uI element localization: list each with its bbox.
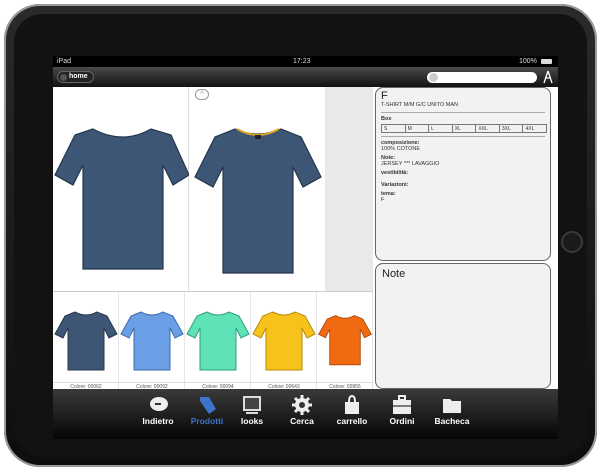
cloud-upload-icon[interactable]: ^ [195,89,209,100]
box-label: Box [381,116,392,122]
tab-ordini[interactable]: Ordini [375,389,429,439]
size-cell[interactable]: 3XL [500,125,524,132]
composizione-value: 100% COTONE [381,146,421,152]
size-cell[interactable]: S [382,125,406,132]
monitor-icon [243,396,261,414]
notes-title: Note [382,268,406,280]
color-variant[interactable]: Colore: 00955 [317,292,373,390]
tema-value: F [381,197,385,203]
status-time: 17:23 [293,58,311,65]
hardware-home-button[interactable] [561,231,583,253]
tab-label: Indietro [142,416,174,426]
status-bar: iPad 17:23 100% [53,56,558,67]
vestibilita-label: vestibilità: [381,170,409,176]
tab-cerca[interactable]: Cerca [275,389,329,439]
home-button[interactable]: home [57,71,94,83]
tab-label: carrello [336,416,368,426]
top-navigation-bar: home [53,67,558,87]
bottom-tab-bar: Indietro Prodotti looks Cerca carrello O… [53,389,558,439]
app-screen: iPad 17:23 100% home ^ Colore: 00062 Col… [53,56,558,439]
home-button-label: home [69,73,88,80]
home-dot-icon [60,74,67,81]
tab-label: Ordini [389,416,415,426]
tab-carrello[interactable]: carrello [325,389,379,439]
battery-level: 100% [519,58,537,65]
color-variant[interactable]: Colore: 00062 [53,292,119,390]
color-variant[interactable]: Colore: 00094 [185,292,251,390]
product-details-panel: F T-SHIRT M/M G/C UNITO MAN Box S M L XL… [375,87,551,261]
note-value: JERSEY *** LAVAGGIO [381,161,440,167]
briefcase-icon [393,395,411,414]
compass-icon[interactable] [541,70,555,84]
bag-icon [345,395,359,414]
tag-icon [200,397,216,414]
folder-icon [443,399,461,413]
notes-panel[interactable]: Note [375,263,551,389]
tab-bacheca[interactable]: Bacheca [425,389,479,439]
size-cell[interactable]: 4XL [523,125,546,132]
size-cell[interactable]: L [429,125,453,132]
color-variants: Colore: 00062 Colore: 00092 Colore: 0009… [53,291,373,390]
color-variant[interactable]: Colore: 00643 [251,292,317,390]
size-cell[interactable]: XXL [476,125,500,132]
size-cell[interactable]: XL [453,125,477,132]
tab-label: Cerca [290,416,314,426]
device-label: iPad [57,58,72,65]
image-gutter [325,87,373,291]
ipad-device: iPad 17:23 100% home ^ Colore: 00062 Col… [0,0,601,471]
back-arrow-icon [150,397,168,411]
search-knob-icon [429,73,438,82]
variazioni-label: Variazioni: [381,182,409,188]
tab-indietro[interactable]: Indietro [131,389,185,439]
product-name: T-SHIRT M/M G/C UNITO MAN [381,102,459,108]
tab-label: Bacheca [434,416,470,426]
color-variant[interactable]: Colore: 00092 [119,292,185,390]
gear-icon [292,395,312,415]
product-content: ^ Colore: 00062 Colore: 00092 Colore: 00… [53,87,558,390]
search-input[interactable] [427,72,537,83]
product-code: F [381,90,388,102]
tab-label: looks [240,416,264,426]
size-grid: S M L XL XXL 3XL 4XL [381,124,547,133]
size-cell[interactable]: M [406,125,430,132]
product-image-back[interactable] [189,87,325,291]
product-image-front[interactable] [53,87,190,291]
battery-icon [541,59,552,64]
tab-looks[interactable]: looks [225,389,279,439]
